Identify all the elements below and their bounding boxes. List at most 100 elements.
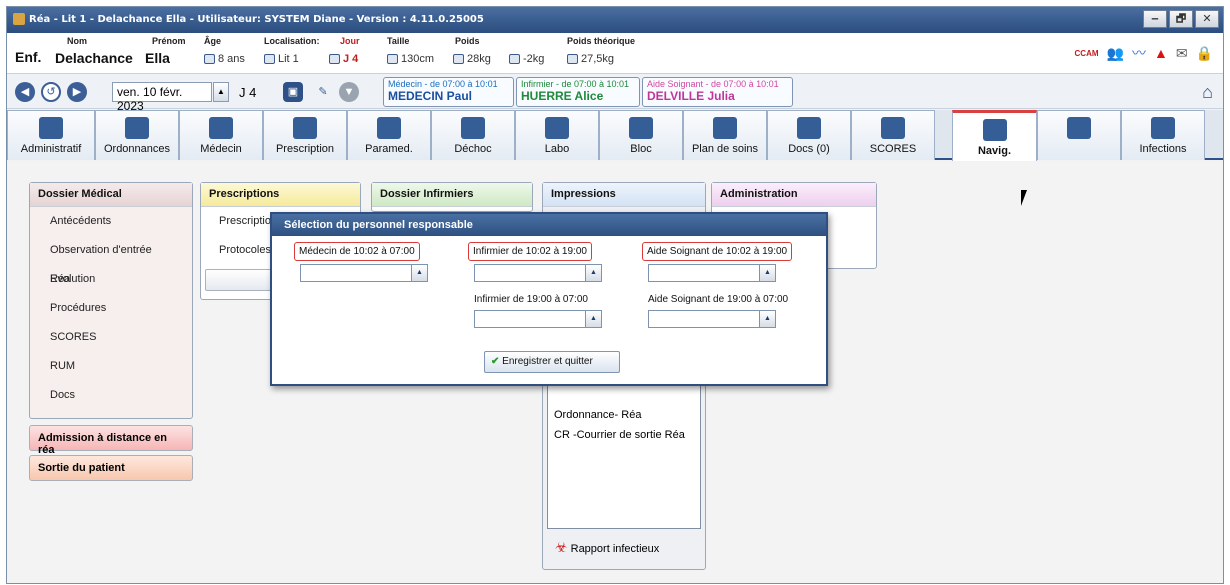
infirmier-nuit-label: Infirmier de 19:00 à 07:00 (474, 294, 588, 305)
patient-poids-diff: -2kg (523, 53, 545, 65)
list-item[interactable]: Ordonnance- Réa (554, 409, 641, 421)
tab-dechoc[interactable]: Déchoc (431, 110, 515, 160)
tab-ordonnances[interactable]: Ordonnances (95, 110, 179, 160)
save-quit-button[interactable]: ✔ Enregistrer et quitter (484, 351, 620, 373)
nom-label: Nom (67, 36, 87, 46)
tab-label: Plan de soins (691, 143, 759, 155)
patient-loc: Lit 1 (278, 53, 299, 65)
tab-bloc[interactable]: Bloc (599, 110, 683, 160)
medecin-box[interactable]: Médecin - de 07:00 à 10:01 MEDECIN Paul (383, 77, 514, 107)
list-item[interactable]: Docs (30, 381, 192, 410)
home-icon[interactable]: ⌂ (1202, 82, 1213, 103)
patient-card-icon[interactable]: ▣ (283, 82, 303, 102)
aide-nuit-label: Aide Soignant de 19:00 à 07:00 (648, 294, 789, 305)
sortie-patient-button[interactable]: Sortie du patient (29, 455, 193, 481)
tab-tools[interactable] (1037, 110, 1121, 160)
tab-label: Infections (1139, 143, 1187, 155)
tab-medecin[interactable]: Médecin (179, 110, 263, 160)
aide-jour-select[interactable]: ▲ (648, 264, 776, 282)
patient-nom: Delachance (55, 50, 133, 66)
prescriptions-title: Prescriptions (201, 183, 360, 207)
aide-name: DELVILLE Julia (647, 89, 735, 103)
personnel-dialog: Sélection du personnel responsable Médec… (270, 212, 828, 386)
today-icon[interactable]: ↺ (41, 82, 61, 102)
app-icon (13, 13, 25, 25)
poids-label: Poids (455, 36, 480, 46)
aide-soignant-box[interactable]: Aide Soignant - de 07:00 à 10:01 DELVILL… (642, 77, 793, 107)
localisation-label: Localisation: (264, 36, 320, 46)
alert-icon[interactable]: ▲ (1154, 45, 1168, 61)
list-item[interactable]: CR -Courrier de sortie Réa (554, 429, 685, 441)
tab-scores[interactable]: SCORES (851, 110, 935, 160)
list-item[interactable]: SCORES (30, 323, 192, 352)
dossier-infirmiers-panel: Dossier Infirmiers (371, 182, 533, 212)
tab-navig[interactable]: Navig. (952, 110, 1037, 161)
poids-theorique-label: Poids théorique (567, 36, 636, 46)
download-icon[interactable]: ▼ (339, 82, 359, 102)
list-item[interactable]: Antécédents (30, 207, 192, 236)
infirmier-box[interactable]: Infirmier - de 07:00 à 10:01 HUERRE Alic… (516, 77, 640, 107)
microscope-icon (545, 117, 569, 139)
id-card-icon (39, 117, 63, 139)
list-item[interactable]: Evolution (30, 265, 192, 294)
ccam-icon[interactable]: CCAM (1075, 49, 1099, 58)
edit-doc-icon[interactable]: ✎ (313, 82, 333, 102)
tab-label: Déchoc (454, 143, 492, 155)
nav-jour: J 4 (239, 85, 257, 100)
patient-poids: 28kg (467, 53, 491, 65)
dossier-medical-title: Dossier Médical (30, 183, 192, 207)
tab-label: Navig. (977, 145, 1011, 157)
infirmier-jour-label: Infirmier de 10:02 à 19:00 (468, 242, 592, 261)
rapport-infectieux-link[interactable]: Rapport infectieux (571, 543, 660, 555)
date-dropdown-button[interactable]: ▲ (213, 82, 229, 102)
admission-distance-button[interactable]: Admission à distance en réa (29, 425, 193, 456)
infirmier-name: HUERRE Alice (521, 89, 604, 103)
mouse-cursor-icon (1021, 190, 1033, 206)
infirmier-jour-select[interactable]: ▲ (474, 264, 602, 282)
tab-administratif[interactable]: Administratif (7, 110, 95, 160)
date-field[interactable]: ven. 10 févr. 2023 (112, 82, 212, 113)
prenom-label: Prénom (152, 36, 186, 46)
minimize-button[interactable]: ‒ (1143, 10, 1167, 28)
tab-label: Labo (544, 143, 570, 155)
lock-icon[interactable]: 🔒 (1196, 45, 1213, 62)
dropdown-arrow-icon: ▲ (759, 311, 775, 327)
document-icon (881, 117, 905, 139)
list-item[interactable]: Procédures (30, 294, 192, 323)
tab-infections[interactable]: Infections (1121, 110, 1205, 160)
infirmier-nuit-select[interactable]: ▲ (474, 310, 602, 328)
maximize-button[interactable]: 🗗 (1169, 10, 1193, 28)
mail-icon[interactable]: ✉ (1176, 45, 1188, 62)
medecin-name: MEDECIN Paul (388, 89, 473, 103)
medecin-select[interactable]: ▲ (300, 264, 428, 282)
administration-title: Administration (712, 183, 876, 207)
calendar-icon (329, 54, 340, 65)
list-icon (982, 119, 1007, 141)
next-day-icon[interactable]: ▶ (67, 82, 87, 102)
tab-plan-de-soins[interactable]: Plan de soins (683, 110, 767, 160)
list-item[interactable]: Observation d'entrée Réa (30, 236, 192, 285)
age-icon (204, 54, 215, 65)
prev-day-icon[interactable]: ◀ (15, 82, 35, 102)
ecg-icon[interactable]: 〰 (1132, 43, 1146, 63)
bed-icon (264, 54, 275, 65)
jour-label: Jour (340, 36, 360, 46)
tab-docs[interactable]: Docs (0) (767, 110, 851, 160)
title-bar: Réa - Lit 1 - Delachance Ella - Utilisat… (7, 7, 1223, 33)
aide-header: Aide Soignant - de 07:00 à 10:01 (647, 79, 779, 89)
tab-prescription[interactable]: Prescription (263, 110, 347, 160)
list-item[interactable]: RUM (30, 352, 192, 381)
users-icon[interactable]: 👥 (1107, 45, 1124, 62)
aide-nuit-select[interactable]: ▲ (648, 310, 776, 328)
dropdown-arrow-icon: ▲ (411, 265, 427, 281)
close-button[interactable]: ✕ (1195, 10, 1219, 28)
aide-jour-label: Aide Soignant de 10:02 à 19:00 (642, 242, 793, 261)
app-window: Réa - Lit 1 - Delachance Ella - Utilisat… (6, 6, 1224, 584)
tab-paramed[interactable]: Paramed. (347, 110, 431, 160)
monitor-icon (629, 117, 653, 139)
weight-diff-icon (509, 54, 520, 65)
infirmier-header: Infirmier - de 07:00 à 10:01 (521, 79, 630, 89)
tab-labo[interactable]: Labo (515, 110, 599, 160)
check-icon: ✔ (491, 356, 503, 367)
medecin-label: Médecin de 10:02 à 07:00 (294, 242, 420, 261)
